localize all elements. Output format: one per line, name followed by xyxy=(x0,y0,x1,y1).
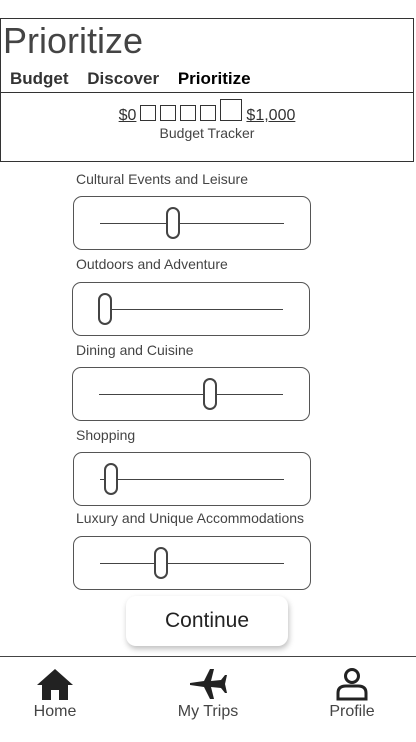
category-label-dining: Dining and Cuisine xyxy=(76,342,194,358)
slider-shopping[interactable] xyxy=(73,452,311,506)
home-icon xyxy=(37,669,73,700)
budget-tracker-caption: Budget Tracker xyxy=(159,125,255,141)
slider-track xyxy=(99,309,283,310)
slider-dining[interactable] xyxy=(72,367,310,421)
budget-tracker: $0 $1,000 Budget Tracker xyxy=(1,99,413,141)
budget-box xyxy=(220,99,243,121)
tab-my-trips[interactable]: My Trips xyxy=(153,667,263,721)
category-label-luxury: Luxury and Unique Accommodations xyxy=(76,510,305,526)
slider-luxury[interactable] xyxy=(73,536,311,590)
bottom-tab-bar: Home My Trips Profile xyxy=(0,656,416,742)
tab-home[interactable]: Home xyxy=(0,667,110,721)
tab-budget[interactable]: Budget xyxy=(10,69,69,88)
slider-outdoors[interactable] xyxy=(72,282,310,336)
category-label-cultural: Cultural Events and Leisure xyxy=(76,171,248,187)
slider-thumb[interactable] xyxy=(166,207,180,239)
slider-track xyxy=(99,394,283,395)
header: Prioritize Budget Discover Prioritize $0… xyxy=(0,18,414,162)
budget-min-label: $0 xyxy=(118,107,137,124)
slider-thumb[interactable] xyxy=(98,293,112,325)
tab-profile[interactable]: Profile xyxy=(297,667,407,721)
person-icon xyxy=(336,668,368,701)
slider-cultural[interactable] xyxy=(73,196,311,250)
tab-discover[interactable]: Discover xyxy=(87,69,159,88)
header-divider xyxy=(1,92,413,93)
page-title: Prioritize xyxy=(3,20,144,61)
category-label-outdoors: Outdoors and Adventure xyxy=(76,256,228,272)
budget-max-label: $1,000 xyxy=(246,107,296,124)
budget-box xyxy=(140,105,157,121)
tab-profile-label: Profile xyxy=(329,703,375,720)
slider-thumb[interactable] xyxy=(104,463,119,495)
continue-button[interactable]: Continue xyxy=(126,596,288,646)
tab-my-trips-label: My Trips xyxy=(177,703,239,720)
budget-box xyxy=(200,105,217,121)
top-tabs: Budget Discover Prioritize xyxy=(10,69,265,89)
slider-thumb[interactable] xyxy=(202,378,217,410)
slider-thumb[interactable] xyxy=(153,547,168,579)
budget-box xyxy=(180,105,197,121)
tab-prioritize[interactable]: Prioritize xyxy=(178,69,251,88)
slider-track xyxy=(100,479,284,480)
slider-track xyxy=(100,563,284,564)
category-label-shopping: Shopping xyxy=(76,427,136,443)
tab-home-label: Home xyxy=(33,703,77,720)
airplane-icon xyxy=(190,669,227,699)
budget-box xyxy=(160,105,177,121)
slider-track xyxy=(100,223,284,224)
